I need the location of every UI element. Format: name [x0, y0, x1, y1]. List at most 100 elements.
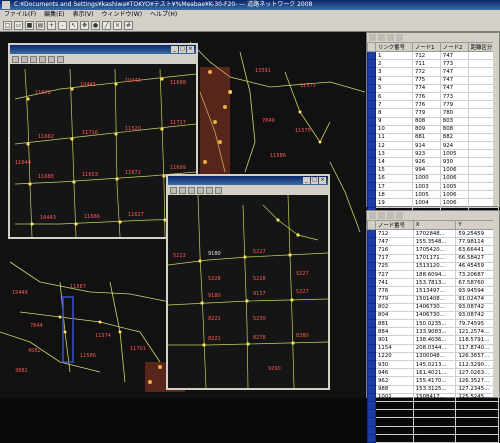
map-canvas-front[interactable]: 9180 5227 5213 9180 9137 5227 5228 5228 …: [167, 194, 329, 389]
link-icon[interactable]: ╱: [102, 21, 111, 30]
table-cell[interactable]: 155.4170...: [412, 376, 457, 386]
table-cell[interactable]: 1005: [439, 149, 469, 159]
table-row[interactable]: 725 1513120... 46.45459: [367, 261, 499, 271]
table-cell[interactable]: 3: [375, 67, 413, 77]
table-row[interactable]: 881 150.0235... 79.74595: [367, 319, 499, 329]
table-cell[interactable]: 1002: [375, 392, 414, 402]
row-selector[interactable]: [367, 59, 376, 69]
table-row[interactable]: 1008 150.8145... 127.4305...: [367, 417, 499, 427]
pan-icon[interactable]: [188, 186, 195, 194]
table-cell[interactable]: 882: [439, 132, 469, 143]
row-selector[interactable]: [367, 165, 376, 175]
table-row[interactable]: 1006 145.1500... 128.0273...: [367, 409, 499, 419]
zoom-out-icon[interactable]: [21, 55, 28, 63]
map-window-back-titlebar[interactable]: _ □ ×: [10, 45, 196, 54]
table-cell[interactable]: 988: [375, 384, 414, 394]
move-icon[interactable]: ✥: [80, 21, 89, 30]
table-row[interactable]: 7 776 779: [367, 100, 500, 110]
table-row[interactable]: 1066 153.3415... 129.2350...: [367, 425, 499, 435]
table-row[interactable]: 776 1513497... 93.94594: [367, 286, 499, 296]
row-selector[interactable]: [367, 409, 376, 419]
row-selector[interactable]: [367, 327, 376, 337]
row-selector[interactable]: [367, 132, 376, 143]
table-cell[interactable]: 923: [411, 149, 441, 159]
table-cell[interactable]: 717: [375, 253, 414, 263]
menu-file[interactable]: ファイル(F): [4, 10, 36, 20]
table-cell[interactable]: 779: [375, 294, 414, 304]
table-row[interactable]: 10 809 808: [367, 124, 500, 134]
row-selector[interactable]: [367, 335, 376, 345]
table-cell[interactable]: 926: [411, 157, 441, 167]
row-selector[interactable]: [367, 310, 376, 321]
row-selector[interactable]: [367, 376, 376, 386]
table-row[interactable]: 901 138.4036... 118.5791...: [367, 335, 499, 345]
table-cell[interactable]: 17: [375, 181, 413, 192]
table-cell[interactable]: 10: [375, 124, 413, 134]
table-cell[interactable]: 1005: [439, 181, 469, 192]
table-cell[interactable]: 1003: [411, 181, 441, 192]
row-selector[interactable]: [367, 319, 376, 329]
table-row[interactable]: 9 808 803: [367, 116, 500, 126]
menu-help[interactable]: ヘルプ(H): [150, 10, 177, 20]
table-row[interactable]: 962 155.4170... 126.3527...: [367, 376, 499, 386]
table-cell[interactable]: 1154: [375, 343, 414, 353]
filter-icon[interactable]: [396, 34, 403, 41]
menu-window[interactable]: ウィンドウ(W): [101, 10, 142, 20]
table-cell[interactable]: 1513120...: [412, 261, 457, 271]
table-cell[interactable]: 779: [439, 100, 469, 110]
table-cell[interactable]: 930: [375, 359, 414, 370]
delete-row-icon[interactable]: [378, 212, 385, 219]
table-cell[interactable]: 776: [375, 286, 414, 296]
row-selector[interactable]: [367, 108, 376, 118]
row-selector[interactable]: [367, 67, 376, 77]
table-cell[interactable]: 802: [375, 302, 414, 312]
table-cell[interactable]: 153.7813...: [412, 278, 457, 288]
row-selector[interactable]: [367, 302, 376, 312]
row-selector[interactable]: [367, 157, 376, 167]
table-cell[interactable]: 1005: [375, 400, 414, 411]
row-selector[interactable]: [367, 253, 376, 263]
table-cell[interactable]: 914: [411, 141, 441, 151]
table-row[interactable]: 712 1702848... 59.25459: [367, 228, 499, 239]
table-cell[interactable]: 780: [439, 108, 469, 118]
table-cell[interactable]: 13: [375, 149, 413, 159]
row-selector[interactable]: [367, 368, 376, 378]
table-cell[interactable]: 774: [411, 83, 441, 93]
table-cell[interactable]: 133.9083...: [412, 327, 457, 337]
table-cell[interactable]: 1006: [439, 198, 469, 208]
row-selector[interactable]: [367, 261, 376, 271]
link-icon[interactable]: [57, 55, 64, 63]
table-row[interactable]: 779 1501408... 91.02474: [367, 294, 499, 304]
delete-row-icon[interactable]: [378, 34, 385, 41]
table-cell[interactable]: 773: [439, 91, 469, 102]
add-row-icon[interactable]: [369, 212, 376, 219]
table-cell[interactable]: 747: [375, 237, 414, 247]
open-folder-icon[interactable]: ▭: [14, 21, 23, 30]
table-cell[interactable]: 1220: [375, 351, 414, 362]
table-cell[interactable]: 809: [411, 124, 441, 134]
table-cell[interactable]: 772: [411, 67, 441, 77]
table-row[interactable]: 804 1406730... 93.08742: [367, 310, 499, 321]
table-row[interactable]: 1 712 747: [367, 50, 500, 61]
table-row[interactable]: 15 994 1006: [367, 165, 500, 175]
table-cell[interactable]: 1705420...: [412, 245, 457, 255]
table-cell[interactable]: 1406730...: [412, 302, 457, 312]
table-row[interactable]: 16 1000 1006: [367, 173, 500, 184]
maximize-icon[interactable]: □: [311, 177, 318, 184]
table-cell[interactable]: 1005: [411, 190, 441, 200]
table-cell[interactable]: 747: [439, 83, 469, 93]
row-selector[interactable]: [367, 343, 376, 353]
table-row[interactable]: 717 1701171... 66.58427: [367, 253, 499, 263]
table-cell[interactable]: 15: [375, 165, 413, 175]
table-row[interactable]: 2 711 773: [367, 59, 500, 69]
row-selector[interactable]: [367, 269, 376, 280]
table-cell[interactable]: 129.2350...: [455, 425, 499, 435]
table-cell[interactable]: 145.1500...: [412, 409, 457, 419]
row-selector[interactable]: [367, 198, 376, 208]
menu-view[interactable]: 表示(V): [73, 10, 94, 20]
row-selector[interactable]: [367, 83, 376, 93]
table-cell[interactable]: 725: [375, 261, 414, 271]
table-cell[interactable]: 779: [411, 108, 441, 118]
table-row[interactable]: 14 926 930: [367, 157, 500, 167]
table-cell[interactable]: 1066: [375, 425, 414, 435]
